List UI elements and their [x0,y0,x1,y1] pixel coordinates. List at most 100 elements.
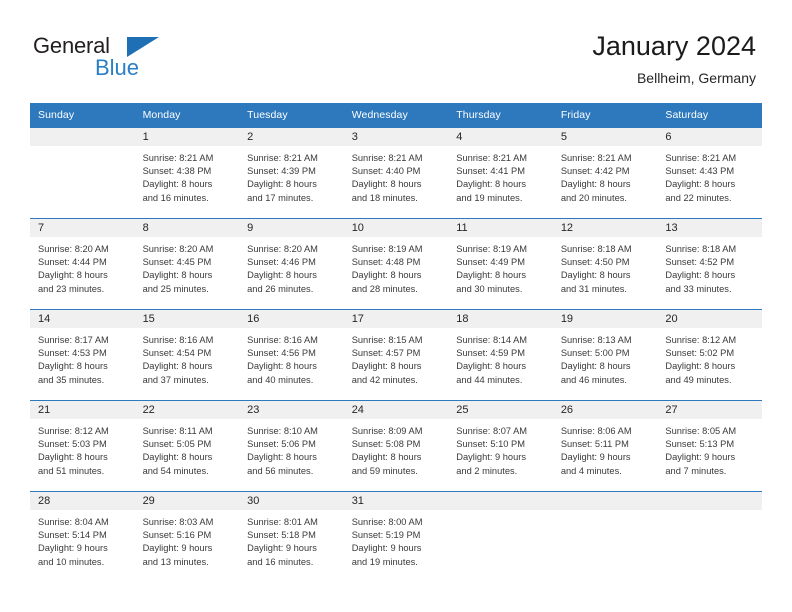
calendar-day-cell[interactable]: 26 Sunrise: 8:06 AM Sunset: 5:11 PM Dayligh… [552,400,658,492]
sunrise-line: Sunrise: 8:05 AM [665,426,737,436]
sunrise-line: Sunrise: 8:12 AM [665,335,737,345]
weekday-header-row: Sunday Monday Tuesday Wednesday Thursday… [30,103,762,128]
day-details: Sunrise: 8:18 AM Sunset: 4:52 PM Daylight:… [657,237,762,296]
day-details: Sunrise: 8:01 AM Sunset: 5:18 PM Daylight:… [239,510,344,569]
page-subtitle-location: Bellheim, Germany [636,70,756,86]
sunset-line: Sunset: 4:56 PM [247,348,316,359]
calendar-day-cell[interactable]: 16 Sunrise: 8:16 AM Sunset: 4:56 PM Dayligh… [239,309,344,401]
calendar-day-cell[interactable]: 14 Sunrise: 8:17 AM Sunset: 4:53 PM Dayligh… [30,309,135,401]
daylight-line-1: Daylight: 8 hours [560,361,631,372]
calendar-day-cell[interactable]: 22 Sunrise: 8:11 AM Sunset: 5:05 PM Dayligh… [134,400,240,492]
page-header: General Blue January 2024 Bellheim, Germ… [0,0,792,103]
daylight-line-1: Daylight: 8 hours [665,361,736,372]
sunset-line: Sunset: 5:03 PM [38,439,107,450]
day-number: 9 [239,219,344,237]
daylight-line-2: and 26 minutes. [247,283,314,294]
sunrise-line: Sunrise: 8:16 AM [142,335,214,345]
day-number: 16 [239,310,344,328]
sunrise-line: Sunrise: 8:00 AM [351,517,423,527]
calendar-day-cell[interactable]: 7 Sunrise: 8:20 AM Sunset: 4:44 PM Daylight… [30,218,135,310]
calendar-day-cell[interactable]: 8 Sunrise: 8:20 AM Sunset: 4:45 PM Daylight… [134,218,240,310]
calendar-day-cell[interactable]: 18 Sunrise: 8:14 AM Sunset: 4:59 PM Dayligh… [448,309,553,401]
calendar-day-cell[interactable]: 10 Sunrise: 8:19 AM Sunset: 4:48 PM Dayligh… [343,218,449,310]
sunrise-line: Sunrise: 8:18 AM [665,244,737,254]
daylight-line-2: and 19 minutes. [351,556,418,567]
sunrise-line: Sunrise: 8:20 AM [38,244,109,254]
day-number: 26 [552,401,658,419]
sunrise-line: Sunrise: 8:13 AM [560,335,632,345]
day-number: 2 [239,128,344,146]
calendar-day-cell[interactable]: 2 Sunrise: 8:21 AM Sunset: 4:39 PM Daylight… [239,127,344,219]
calendar-day-cell[interactable]: 6 Sunrise: 8:21 AM Sunset: 4:43 PM Daylight… [657,127,762,219]
sunrise-line: Sunrise: 8:21 AM [351,153,423,163]
sunset-line: Sunset: 5:00 PM [560,348,630,359]
sunset-line: Sunset: 4:52 PM [665,257,735,268]
sunset-line: Sunset: 5:10 PM [456,439,525,450]
calendar-day-cell[interactable]: 11 Sunrise: 8:19 AM Sunset: 4:49 PM Dayligh… [448,218,553,310]
calendar-day-cell[interactable]: 1 Sunrise: 8:21 AM Sunset: 4:38 PM Daylight… [134,127,240,219]
daylight-line-1: Daylight: 8 hours [456,270,527,281]
day-details: Sunrise: 8:04 AM Sunset: 5:14 PM Daylight:… [30,510,135,569]
day-number: 14 [30,310,135,328]
day-details: Sunrise: 8:21 AM Sunset: 4:40 PM Daylight:… [344,146,449,205]
general-blue-logo[interactable]: General Blue [33,33,193,85]
daylight-line-2: and 30 minutes. [456,283,523,294]
calendar-empty-cell [30,127,135,219]
calendar-day-cell[interactable]: 25 Sunrise: 8:07 AM Sunset: 5:10 PM Dayligh… [448,400,553,492]
sunset-line: Sunset: 4:53 PM [38,348,107,359]
calendar-day-cell[interactable]: 19 Sunrise: 8:13 AM Sunset: 5:00 PM Dayligh… [552,309,658,401]
day-details: Sunrise: 8:16 AM Sunset: 4:56 PM Daylight:… [239,328,344,387]
sunrise-line: Sunrise: 8:03 AM [142,517,214,527]
weekday-header-monday: Monday [134,103,240,128]
calendar-day-cell[interactable]: 30 Sunrise: 8:01 AM Sunset: 5:18 PM Dayligh… [239,491,344,582]
day-number: 22 [134,401,240,419]
calendar-day-cell[interactable]: 29 Sunrise: 8:03 AM Sunset: 5:16 PM Dayligh… [134,491,240,582]
day-number: 12 [552,219,658,237]
calendar-day-cell[interactable]: 28 Sunrise: 8:04 AM Sunset: 5:14 PM Dayligh… [30,491,135,582]
calendar-day-cell[interactable]: 21 Sunrise: 8:12 AM Sunset: 5:03 PM Dayligh… [30,400,135,492]
calendar-day-cell[interactable]: 12 Sunrise: 8:18 AM Sunset: 4:50 PM Dayligh… [552,218,658,310]
calendar-day-cell[interactable]: 24 Sunrise: 8:09 AM Sunset: 5:08 PM Dayligh… [343,400,449,492]
sunset-line: Sunset: 5:14 PM [38,530,107,541]
sunset-line: Sunset: 5:05 PM [142,439,212,450]
weekday-header-thursday: Thursday [448,103,553,128]
daylight-line-2: and 42 minutes. [351,374,418,385]
calendar-day-cell[interactable]: 15 Sunrise: 8:16 AM Sunset: 4:54 PM Dayligh… [134,309,240,401]
calendar-day-cell[interactable]: 27 Sunrise: 8:05 AM Sunset: 5:13 PM Dayligh… [657,400,762,492]
title-block: January 2024 Bellheim, Germany [592,30,756,88]
day-number [448,492,553,510]
calendar-day-cell[interactable]: 17 Sunrise: 8:15 AM Sunset: 4:57 PM Dayligh… [343,309,449,401]
daylight-line-1: Daylight: 8 hours [560,179,631,190]
daylight-line-1: Daylight: 8 hours [142,179,213,190]
day-number: 13 [657,219,762,237]
calendar-day-cell[interactable]: 5 Sunrise: 8:21 AM Sunset: 4:42 PM Daylight… [552,127,658,219]
day-number: 17 [343,310,449,328]
calendar-day-cell[interactable]: 13 Sunrise: 8:18 AM Sunset: 4:52 PM Dayligh… [657,218,762,310]
sunrise-line: Sunrise: 8:19 AM [351,244,423,254]
daylight-line-1: Daylight: 8 hours [247,179,317,190]
page-title: January 2024 [592,31,756,61]
day-number: 1 [134,128,240,146]
calendar-day-cell[interactable]: 4 Sunrise: 8:21 AM Sunset: 4:41 PM Daylight… [448,127,553,219]
calendar-day-cell[interactable]: 20 Sunrise: 8:12 AM Sunset: 5:02 PM Dayligh… [657,309,762,401]
day-details: Sunrise: 8:10 AM Sunset: 5:06 PM Daylight:… [239,419,344,478]
sunset-line: Sunset: 5:19 PM [351,530,421,541]
day-number: 10 [343,219,449,237]
calendar-day-cell[interactable]: 31 Sunrise: 8:00 AM Sunset: 5:19 PM Dayligh… [343,491,449,582]
day-number: 20 [657,310,762,328]
day-details: Sunrise: 8:14 AM Sunset: 4:59 PM Daylight:… [448,328,553,387]
day-number: 29 [134,492,240,510]
calendar-grid: Sunday Monday Tuesday Wednesday Thursday… [30,103,762,582]
day-details: Sunrise: 8:19 AM Sunset: 4:48 PM Daylight:… [344,237,449,296]
calendar-day-cell[interactable]: 23 Sunrise: 8:10 AM Sunset: 5:06 PM Dayligh… [239,400,344,492]
day-details: Sunrise: 8:06 AM Sunset: 5:11 PM Daylight:… [553,419,658,478]
day-number: 15 [134,310,240,328]
calendar-day-cell[interactable]: 3 Sunrise: 8:21 AM Sunset: 4:40 PM Daylight… [343,127,449,219]
daylight-line-2: and 16 minutes. [247,556,314,567]
sunset-line: Sunset: 4:39 PM [247,166,316,177]
calendar-day-cell[interactable]: 9 Sunrise: 8:20 AM Sunset: 4:46 PM Daylight… [239,218,344,310]
daylight-line-2: and 22 minutes. [665,192,732,203]
sunset-line: Sunset: 4:49 PM [456,257,525,268]
sunset-line: Sunset: 4:59 PM [456,348,525,359]
day-number: 31 [343,492,449,510]
